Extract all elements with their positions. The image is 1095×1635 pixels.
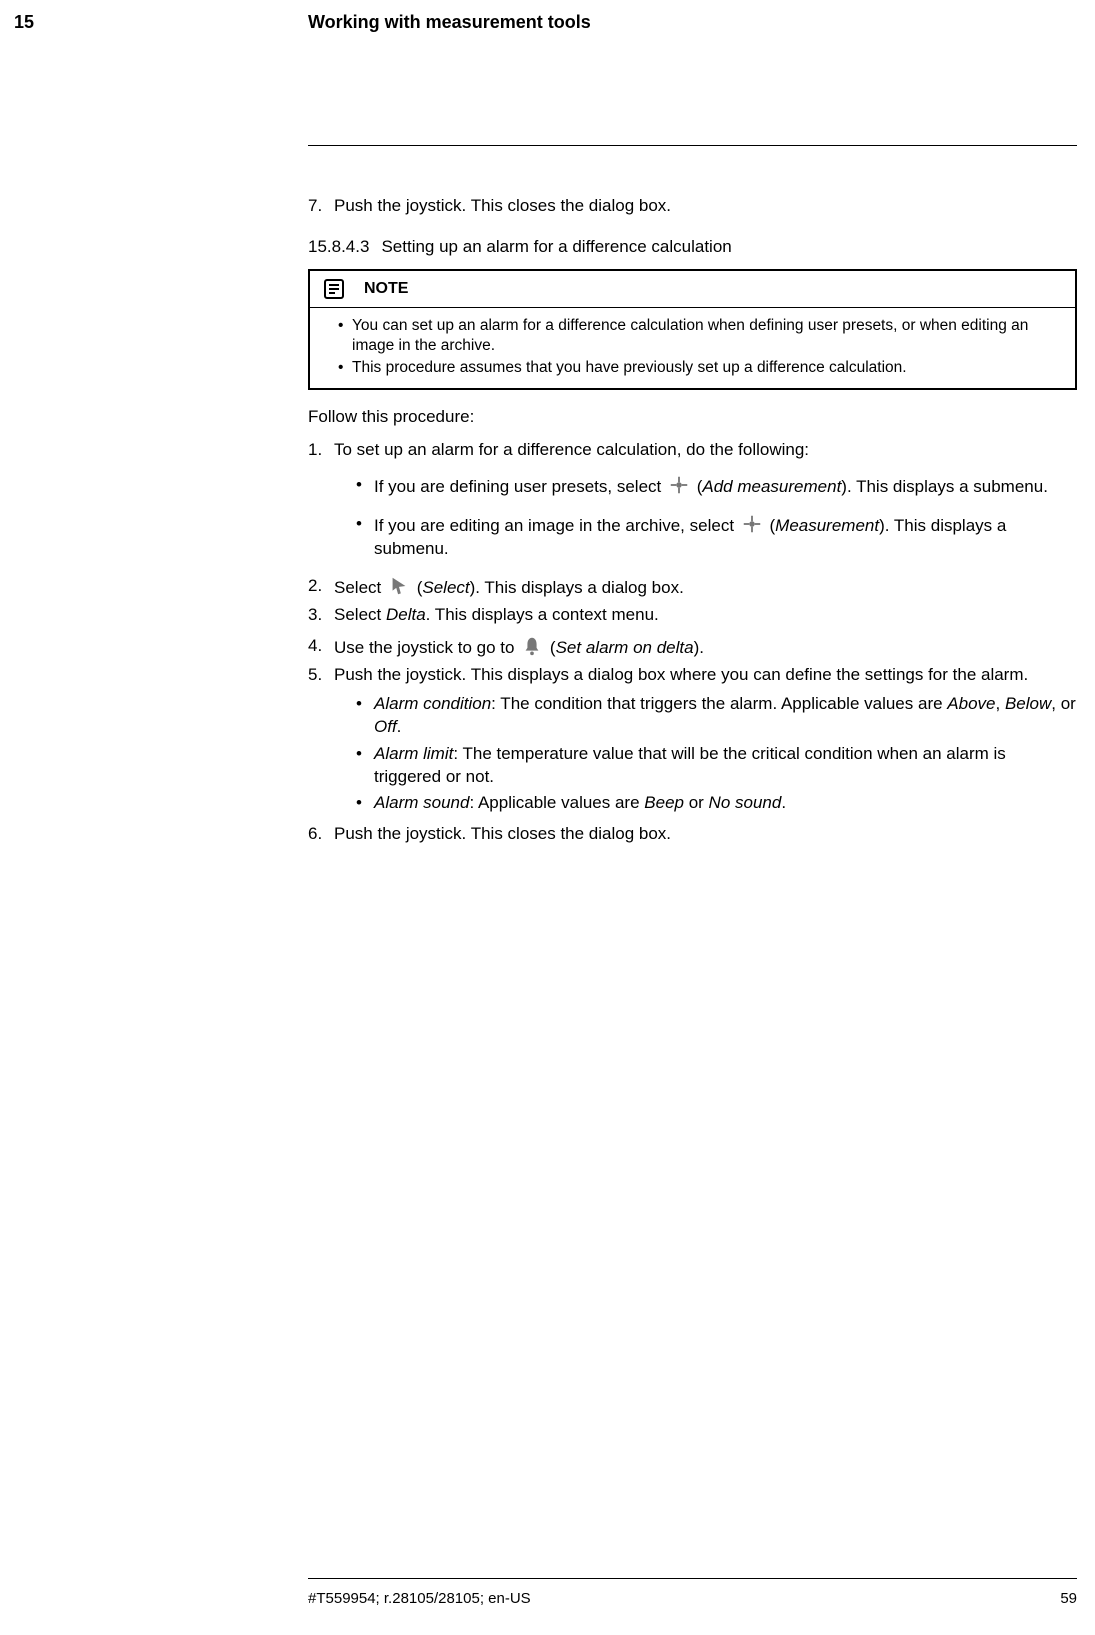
- alarm-bell-icon: [521, 635, 543, 655]
- term: Alarm sound: [374, 793, 469, 812]
- procedure-list: 1. To set up an alarm for a difference c…: [308, 439, 1077, 846]
- term: Delta: [386, 605, 426, 624]
- icon-label: Set alarm on delta: [556, 638, 694, 657]
- text-fragment: Use the joystick to go to: [334, 638, 519, 657]
- footer-doc-id: #T559954; r.28105/28105; en-US: [308, 1590, 531, 1607]
- text-fragment: If you are editing an image in the archi…: [374, 516, 739, 535]
- horizontal-rule: [308, 145, 1077, 146]
- measurement-icon: [741, 513, 763, 533]
- step-number: 4.: [308, 635, 322, 658]
- note-label: NOTE: [364, 278, 408, 300]
- text-fragment: . This displays a context menu.: [426, 605, 659, 624]
- note-item: You can set up an alarm for a difference…: [338, 316, 1061, 356]
- list-item: 5. Push the joystick. This displays a di…: [308, 664, 1077, 816]
- step-text: To set up an alarm for a difference calc…: [334, 440, 809, 459]
- value: Below: [1005, 694, 1051, 713]
- section-heading: 15.8.4.3 Setting up an alarm for a differ…: [308, 236, 1077, 259]
- step-number: 7.: [308, 195, 322, 218]
- follow-procedure-text: Follow this procedure:: [308, 406, 1077, 429]
- list-item: Alarm sound: Applicable values are Beep …: [334, 792, 1077, 815]
- icon-label: Select: [422, 578, 469, 597]
- text-fragment: Select: [334, 605, 386, 624]
- text-fragment: : The temperature value that will be the…: [374, 744, 1006, 786]
- step-list-continued: 7. Push the joystick. This closes the di…: [308, 195, 1077, 218]
- term: Alarm limit: [374, 744, 453, 763]
- list-item: 4. Use the joystick to go to (Set alarm …: [308, 635, 1077, 660]
- text-fragment: ). This displays a dialog box.: [470, 578, 684, 597]
- icon-label: Measurement: [775, 516, 879, 535]
- footer-rule: [308, 1578, 1077, 1579]
- page-number: 59: [1060, 1590, 1077, 1607]
- note-box: NOTE You can set up an alarm for a diffe…: [308, 269, 1077, 390]
- list-item: 2. Select (Select). This displays a dial…: [308, 575, 1077, 600]
- list-item: 6. Push the joystick. This closes the di…: [308, 823, 1077, 846]
- content-area: 7. Push the joystick. This closes the di…: [308, 195, 1077, 850]
- step-number: 1.: [308, 439, 322, 462]
- text-fragment: ).: [694, 638, 704, 657]
- value: Off: [374, 717, 397, 736]
- chapter-title: Working with measurement tools: [308, 12, 591, 33]
- step-number: 2.: [308, 575, 322, 598]
- icon-label: Add measurement: [702, 477, 841, 496]
- list-item: 7. Push the joystick. This closes the di…: [308, 195, 1077, 218]
- section-number: 15.8.4.3: [308, 236, 369, 259]
- note-icon: [322, 277, 346, 301]
- value: Above: [947, 694, 995, 713]
- text-fragment: ). This displays a submenu.: [841, 477, 1048, 496]
- value: No sound: [709, 793, 782, 812]
- page-header: 15 Working with measurement tools: [0, 12, 1095, 42]
- value: Beep: [644, 793, 684, 812]
- note-item: This procedure assumes that you have pre…: [338, 358, 1061, 378]
- step-text: Push the joystick. This closes the dialo…: [334, 824, 671, 843]
- note-header: NOTE: [310, 271, 1075, 308]
- term: Alarm condition: [374, 694, 491, 713]
- add-measurement-icon: [668, 474, 690, 494]
- list-item: Alarm condition: The condition that trig…: [334, 693, 1077, 739]
- step-text: Push the joystick. This displays a dialo…: [334, 665, 1028, 684]
- step-number: 6.: [308, 823, 322, 846]
- text-fragment: If you are defining user presets, select: [374, 477, 666, 496]
- step-number: 5.: [308, 664, 322, 687]
- note-body: You can set up an alarm for a difference…: [310, 308, 1075, 388]
- step-number: 3.: [308, 604, 322, 627]
- list-item: If you are editing an image in the archi…: [334, 513, 1077, 561]
- step-text: Push the joystick. This closes the dialo…: [334, 196, 671, 215]
- text-fragment: : Applicable values are: [469, 793, 644, 812]
- section-title: Setting up an alarm for a difference cal…: [381, 237, 731, 256]
- text-fragment: : The condition that triggers the alarm.…: [491, 694, 947, 713]
- select-cursor-icon: [388, 575, 410, 595]
- list-item: Alarm limit: The temperature value that …: [334, 743, 1077, 789]
- text-fragment: Select: [334, 578, 386, 597]
- chapter-number: 15: [14, 12, 34, 33]
- list-item: 1. To set up an alarm for a difference c…: [308, 439, 1077, 561]
- list-item: If you are defining user presets, select…: [334, 474, 1077, 499]
- list-item: 3. Select Delta. This displays a context…: [308, 604, 1077, 627]
